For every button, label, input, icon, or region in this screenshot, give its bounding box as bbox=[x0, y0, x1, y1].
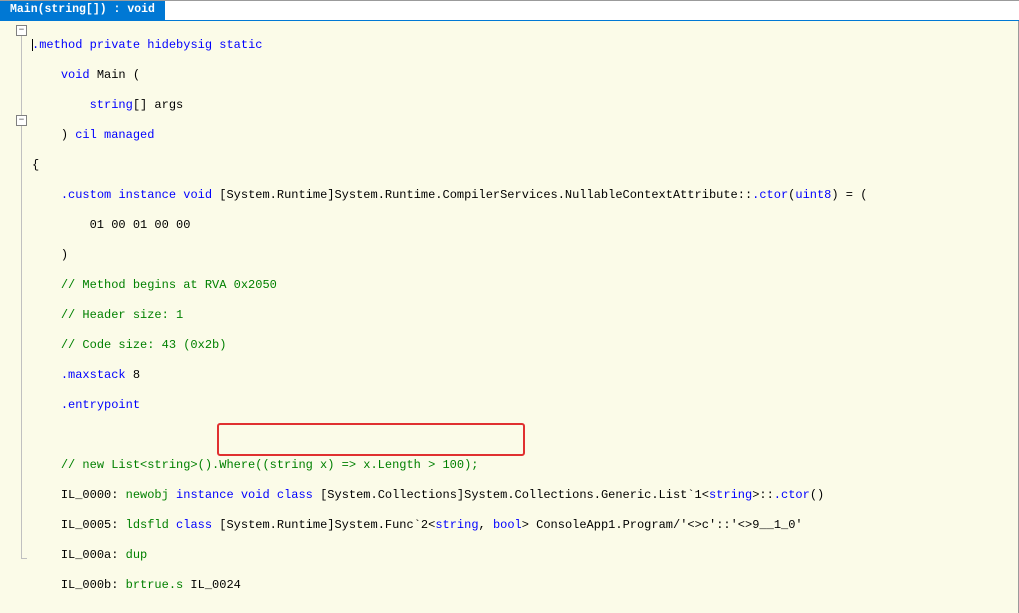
fold-line bbox=[21, 126, 22, 558]
fold-line bbox=[21, 36, 22, 115]
kw: string bbox=[90, 98, 133, 112]
gutter: − − bbox=[0, 21, 32, 613]
fold-toggle[interactable]: − bbox=[16, 115, 27, 126]
fold-end bbox=[21, 558, 27, 559]
kw: void bbox=[183, 188, 212, 202]
txt: '<>9__1_0' bbox=[731, 518, 803, 532]
kw: string bbox=[709, 488, 752, 502]
kw: instance bbox=[118, 188, 176, 202]
kw: class bbox=[176, 518, 212, 532]
txt: 8 bbox=[126, 368, 140, 382]
txt: Main ( bbox=[90, 68, 140, 82]
code-area[interactable]: .method private hidebysig static void Ma… bbox=[32, 21, 1019, 613]
lbl: IL_000a: bbox=[61, 548, 126, 562]
txt: [System.Runtime]System.Runtime.CompilerS… bbox=[212, 188, 752, 202]
txt: { bbox=[32, 158, 1019, 173]
kw: .ctor bbox=[774, 488, 810, 502]
kw: uint8 bbox=[795, 188, 831, 202]
txt: :: bbox=[716, 518, 730, 532]
kw: class bbox=[277, 488, 313, 502]
txt: [System.Collections]System.Collections.G… bbox=[313, 488, 709, 502]
kw: bool bbox=[493, 518, 522, 532]
kw: cil bbox=[75, 128, 97, 142]
op: ldsfld bbox=[126, 518, 169, 532]
kw: managed bbox=[104, 128, 154, 142]
comment: // Header size: 1 bbox=[61, 308, 183, 322]
kw: void bbox=[61, 68, 90, 82]
txt: ) bbox=[61, 248, 68, 262]
kw: string bbox=[435, 518, 478, 532]
kw: hidebysig bbox=[147, 38, 212, 52]
tab-main[interactable]: Main(string[]) : void bbox=[0, 1, 165, 20]
txt: [] args bbox=[133, 98, 183, 112]
txt: IL_0024 bbox=[183, 578, 241, 592]
txt: '<>c' bbox=[680, 518, 716, 532]
lbl: IL_0005: bbox=[61, 518, 126, 532]
tab-bar: Main(string[]) : void bbox=[0, 1, 1019, 21]
comment: // Code size: 43 (0x2b) bbox=[61, 338, 227, 352]
txt: ) = ( bbox=[831, 188, 867, 202]
kw: private bbox=[90, 38, 140, 52]
blank bbox=[32, 428, 1019, 443]
op: dup bbox=[126, 548, 148, 562]
txt: ) bbox=[61, 128, 75, 142]
kw: void bbox=[241, 488, 270, 502]
kw: static bbox=[219, 38, 262, 52]
kw: .maxstack bbox=[61, 368, 126, 382]
txt: > ConsoleApp1.Program/ bbox=[522, 518, 680, 532]
kw: .method bbox=[32, 38, 82, 52]
kw: instance bbox=[176, 488, 234, 502]
lbl: IL_0000: bbox=[61, 488, 126, 502]
kw: .custom bbox=[61, 188, 111, 202]
op: newobj bbox=[126, 488, 169, 502]
comment: // Method begins at RVA 0x2050 bbox=[61, 278, 277, 292]
txt: >:: bbox=[752, 488, 774, 502]
fold-toggle[interactable]: − bbox=[16, 25, 27, 36]
kw: .entrypoint bbox=[61, 398, 140, 412]
lbl: IL_000b: bbox=[61, 578, 126, 592]
blank bbox=[32, 608, 1019, 613]
txt: [System.Runtime]System.Func`2< bbox=[212, 518, 435, 532]
editor: − − .method private hidebysig static voi… bbox=[0, 21, 1019, 613]
txt: 01 00 01 00 00 bbox=[90, 218, 191, 232]
txt: () bbox=[810, 488, 824, 502]
app-root: Main(string[]) : void − − .method privat… bbox=[0, 0, 1019, 613]
txt: , bbox=[479, 518, 493, 532]
kw: .ctor bbox=[752, 188, 788, 202]
comment: // new List<string>().Where((string x) =… bbox=[61, 458, 479, 472]
op: brtrue.s bbox=[126, 578, 184, 592]
